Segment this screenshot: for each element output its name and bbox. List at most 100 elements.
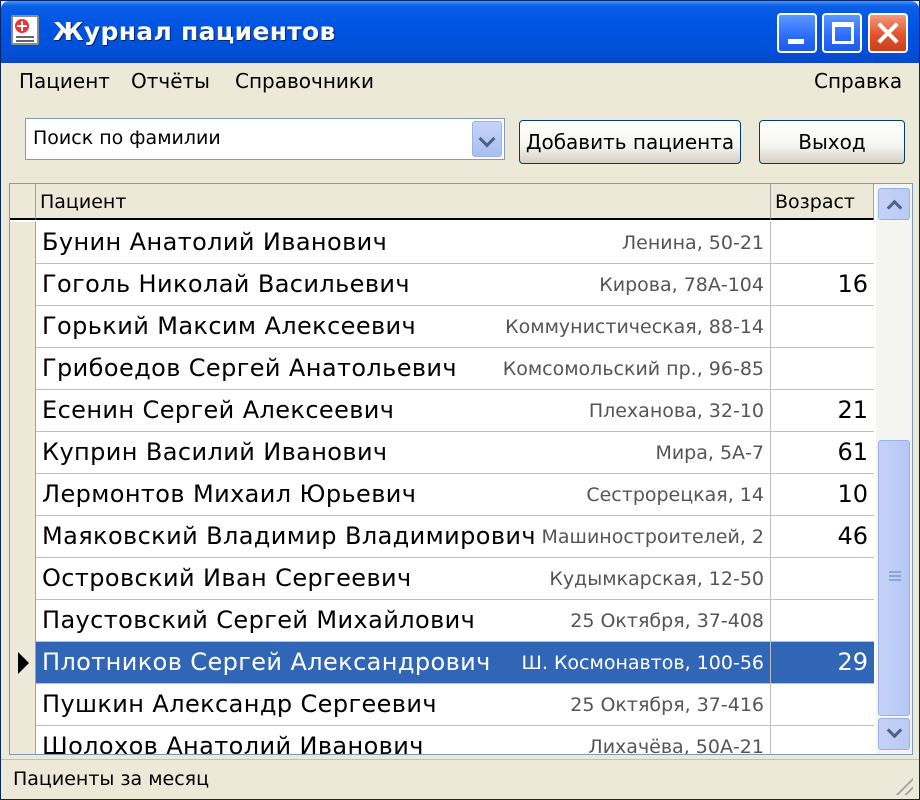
scroll-up-button[interactable]	[878, 188, 910, 220]
age-cell[interactable]	[771, 348, 874, 389]
patient-name: Лермонтов Михаил Юрьевич	[42, 480, 417, 508]
patient-name: Плотников Сергей Александрович	[42, 648, 491, 676]
menu-reports[interactable]: Отчёты	[131, 69, 210, 93]
age-cell[interactable]: 16	[771, 264, 874, 305]
row-pointer-icon	[18, 652, 29, 674]
column-header-patient[interactable]: Пациент	[36, 184, 771, 220]
table-row[interactable]: Бунин Анатолий Иванович Ленина, 50-21	[10, 222, 874, 264]
patient-age: 46	[837, 522, 868, 550]
menu-patient[interactable]: Пациент	[19, 69, 110, 93]
age-cell[interactable]	[771, 222, 874, 263]
age-cell[interactable]: 46	[771, 516, 874, 557]
table-row[interactable]: Островский Иван Сергеевич Кудымкарская, 1…	[10, 558, 874, 600]
patient-cell[interactable]: Пушкин Александр Сергеевич 25 Октября, 37…	[36, 684, 771, 725]
chevron-up-icon	[886, 199, 903, 216]
title-bar[interactable]: Журнал пациентов	[1, 1, 919, 63]
table-row[interactable]: Куприн Василий Иванович Мира, 5А-7 61	[10, 432, 874, 474]
patients-grid[interactable]: Пациент Возраст Бунин Анатолий Иванович Л…	[9, 183, 913, 755]
minimize-icon	[788, 39, 804, 44]
table-row[interactable]: Паустовский Сергей Михайлович 25 Октября,…	[10, 600, 874, 642]
patient-address: Ленина, 50-21	[621, 232, 764, 254]
table-row[interactable]: Шолохов Анатолий Иванович Лихачёва, 50А-2…	[10, 726, 874, 755]
scroll-thumb[interactable]	[878, 440, 910, 716]
table-row[interactable]: Лермонтов Михаил Юрьевич Сестрорецкая, 14…	[10, 474, 874, 516]
patient-address: 25 Октября, 37-408	[570, 610, 764, 632]
table-row[interactable]: Горький Максим Алексеевич Коммунистическа…	[10, 306, 874, 348]
patient-cell[interactable]: Гоголь Николай Васильевич Кирова, 78А-104	[36, 264, 771, 305]
menu-references-label: Справочники	[235, 69, 374, 93]
menu-patient-label: Пациент	[19, 69, 110, 93]
close-button[interactable]	[868, 13, 908, 53]
patient-cell[interactable]: Грибоедов Сергей Анатольевич Комсомольски…	[36, 348, 771, 389]
patient-cell[interactable]: Островский Иван Сергеевич Кудымкарская, 1…	[36, 558, 771, 599]
menu-reports-label: Отчёты	[131, 69, 210, 93]
age-cell[interactable]: 29	[771, 642, 874, 683]
resize-grip-icon[interactable]	[893, 775, 913, 795]
row-indicator[interactable]	[10, 474, 36, 516]
menu-references[interactable]: Справочники	[235, 69, 374, 93]
patient-cell[interactable]: Плотников Сергей Александрович Ш. Космона…	[36, 642, 771, 683]
age-cell[interactable]: 61	[771, 432, 874, 473]
medical-journal-icon[interactable]	[11, 15, 39, 45]
row-indicator[interactable]	[10, 516, 36, 558]
vertical-scrollbar[interactable]	[876, 184, 912, 754]
row-indicator[interactable]	[10, 264, 36, 306]
table-row[interactable]: Плотников Сергей Александрович Ш. Космона…	[10, 642, 874, 684]
patient-age: 10	[837, 480, 868, 508]
patient-name: Куприн Василий Иванович	[42, 438, 388, 466]
age-cell[interactable]	[771, 600, 874, 641]
status-text: Пациенты за месяц	[13, 768, 210, 790]
patient-address: Кудымкарская, 12-50	[549, 568, 764, 590]
grid-indicator-header	[10, 184, 36, 220]
patient-cell[interactable]: Лермонтов Михаил Юрьевич Сестрорецкая, 14	[36, 474, 771, 515]
table-row[interactable]: Маяковский Владимир Владимирович Машиност…	[10, 516, 874, 558]
age-cell[interactable]: 21	[771, 390, 874, 431]
maximize-icon	[832, 22, 854, 44]
patient-cell[interactable]: Маяковский Владимир Владимирович Машиност…	[36, 516, 771, 557]
search-dropdown-button[interactable]	[472, 121, 502, 157]
row-indicator[interactable]	[10, 642, 36, 684]
patient-journal-window: Журнал пациентов Пациент Отчёты Справочн…	[0, 0, 920, 800]
row-indicator[interactable]	[10, 348, 36, 390]
scroll-down-button[interactable]	[878, 718, 910, 750]
maximize-button[interactable]	[822, 13, 862, 53]
chevron-down-icon	[886, 722, 903, 739]
patient-name: Шолохов Анатолий Иванович	[42, 732, 424, 755]
patient-cell[interactable]: Горький Максим Алексеевич Коммунистическа…	[36, 306, 771, 347]
row-indicator[interactable]	[10, 222, 36, 264]
patient-address: Ш. Космонавтов, 100-56	[521, 652, 764, 674]
row-indicator[interactable]	[10, 390, 36, 432]
age-cell[interactable]: 10	[771, 474, 874, 515]
age-cell[interactable]	[771, 684, 874, 725]
row-indicator[interactable]	[10, 684, 36, 726]
patient-name: Грибоедов Сергей Анатольевич	[42, 354, 457, 382]
age-cell[interactable]	[771, 306, 874, 347]
table-row[interactable]: Есенин Сергей Алексеевич Плеханова, 32-10…	[10, 390, 874, 432]
row-indicator[interactable]	[10, 432, 36, 474]
patient-name: Гоголь Николай Васильевич	[42, 270, 410, 298]
table-row[interactable]: Пушкин Александр Сергеевич 25 Октября, 37…	[10, 684, 874, 726]
add-patient-button[interactable]: Добавить пациента	[519, 120, 741, 164]
patient-cell[interactable]: Есенин Сергей Алексеевич Плеханова, 32-10	[36, 390, 771, 431]
row-indicator[interactable]	[10, 558, 36, 600]
age-cell[interactable]	[771, 726, 874, 754]
menu-help[interactable]: Справка	[814, 69, 902, 93]
close-icon	[870, 15, 906, 51]
minimize-button[interactable]	[777, 13, 817, 53]
search-combobox[interactable]: Поиск по фамилии	[25, 118, 505, 160]
patient-cell[interactable]: Паустовский Сергей Михайлович 25 Октября,…	[36, 600, 771, 641]
row-indicator[interactable]	[10, 600, 36, 642]
patient-age: 16	[837, 270, 868, 298]
age-cell[interactable]	[771, 558, 874, 599]
patient-address: Плеханова, 32-10	[588, 400, 764, 422]
column-header-age[interactable]: Возраст	[771, 184, 874, 220]
patient-cell[interactable]: Шолохов Анатолий Иванович Лихачёва, 50А-2…	[36, 726, 771, 755]
exit-button[interactable]: Выход	[759, 120, 905, 164]
patient-name: Маяковский Владимир Владимирович	[42, 522, 537, 550]
row-indicator[interactable]	[10, 726, 36, 754]
patient-cell[interactable]: Куприн Василий Иванович Мира, 5А-7	[36, 432, 771, 473]
table-row[interactable]: Грибоедов Сергей Анатольевич Комсомольски…	[10, 348, 874, 390]
table-row[interactable]: Гоголь Николай Васильевич Кирова, 78А-104…	[10, 264, 874, 306]
patient-cell[interactable]: Бунин Анатолий Иванович Ленина, 50-21	[36, 222, 771, 263]
row-indicator[interactable]	[10, 306, 36, 348]
